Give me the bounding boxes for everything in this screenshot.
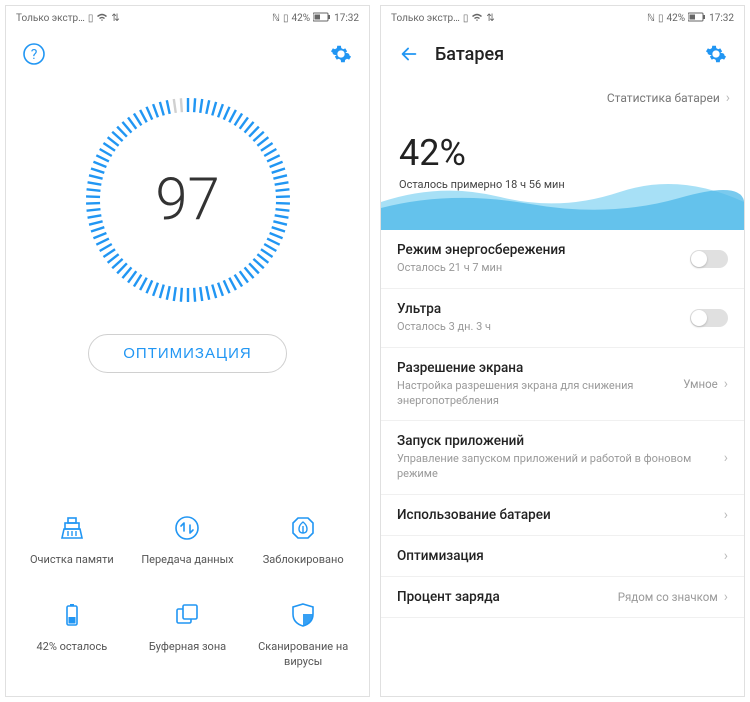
cell-blocked[interactable]: Заблокировано	[245, 497, 361, 584]
action-grid: Очистка памяти Передача данных Заблокиро…	[6, 487, 369, 696]
row-subtitle: Настройка разрешения экрана для снижения…	[397, 379, 673, 409]
row-title: Процент заряда	[397, 589, 608, 605]
cell-virus-scan[interactable]: Сканирование на вирусы	[245, 584, 361, 686]
row-title: Режим энергосбережения	[397, 242, 680, 258]
chevron-right-icon: ›	[726, 90, 730, 106]
wifi-icon	[471, 12, 483, 25]
cell-label: Очистка памяти	[30, 553, 114, 568]
chevron-right-icon: ›	[724, 450, 728, 466]
gauge-ticks	[78, 90, 298, 310]
back-button[interactable]	[395, 40, 423, 68]
score-gauge[interactable]: 97	[78, 90, 298, 310]
cell-label: Сканирование на вирусы	[249, 640, 357, 670]
help-button[interactable]: ?	[20, 40, 48, 68]
cell-label: Заблокировано	[263, 553, 344, 568]
row-title: Разрешение экрана	[397, 360, 673, 376]
blocked-icon	[288, 513, 318, 543]
row-value: Умное	[683, 377, 717, 391]
battery-remaining: Осталось примерно 18 ч 56 мин	[399, 178, 726, 191]
chevron-right-icon: ›	[724, 507, 728, 523]
cell-data-transfer[interactable]: Передача данных	[130, 497, 246, 584]
battery-pct-label: 42%	[292, 13, 311, 24]
chevron-right-icon: ›	[724, 548, 728, 564]
row-title: Оптимизация	[397, 548, 708, 564]
row-optimize[interactable]: Оптимизация ›	[381, 536, 744, 577]
row-value: Рядом со значком	[618, 590, 718, 604]
row-resolution[interactable]: Разрешение экрана Настройка разрешения э…	[381, 348, 744, 422]
svg-text:?: ?	[31, 47, 38, 63]
carrier-label: Только экстр…	[16, 13, 85, 24]
stats-label: Статистика батареи	[607, 91, 720, 105]
settings-button[interactable]	[702, 40, 730, 68]
row-subtitle: Управление запуском приложений и работой…	[397, 452, 708, 482]
battery-stats-link[interactable]: Статистика батареи ›	[381, 78, 744, 118]
battery-settings-screen: Только экстр… ▯ ⇅ ℕ ▯ 42% 17:32 Батарея	[380, 5, 745, 697]
row-launch[interactable]: Запуск приложений Управление запуском пр…	[381, 421, 744, 495]
row-subtitle: Осталось 3 дн. 3 ч	[397, 320, 680, 335]
cell-dropzone[interactable]: Буферная зона	[130, 584, 246, 686]
battery-percentage: 42%	[399, 132, 726, 174]
carrier-label: Только экстр…	[391, 13, 460, 24]
shield-icon	[288, 600, 318, 630]
sim-icon: ▯	[463, 13, 469, 24]
time-label: 17:32	[334, 13, 359, 24]
cell-label: 42% осталось	[36, 640, 107, 655]
row-ultra[interactable]: Ультра Осталось 3 дн. 3 ч	[381, 289, 744, 348]
row-title: Использование батареи	[397, 507, 708, 523]
wifi-icon	[96, 12, 108, 25]
battery-panel[interactable]: 42% Осталось примерно 18 ч 56 мин	[381, 118, 744, 230]
gauge-area: 97 ОПТИМИЗАЦИЯ	[6, 78, 369, 391]
row-usage[interactable]: Использование батареи ›	[381, 495, 744, 536]
row-title: Ультра	[397, 301, 680, 317]
cell-label: Передача данных	[141, 553, 233, 568]
dropzone-icon	[172, 600, 202, 630]
battery-pct-label: 42%	[667, 13, 686, 24]
vibrate-icon: ▯	[658, 13, 664, 24]
row-title: Запуск приложений	[397, 433, 708, 449]
battery-icon	[688, 12, 706, 25]
status-bar: Только экстр… ▯ ⇅ ℕ ▯ 42% 17:32	[6, 6, 369, 30]
row-subtitle: Осталось 21 ч 7 мин	[397, 261, 680, 276]
nfc-icon: ℕ	[272, 13, 280, 24]
row-power-save[interactable]: Режим энергосбережения Осталось 21 ч 7 м…	[381, 230, 744, 289]
optimize-button[interactable]: ОПТИМИЗАЦИЯ	[88, 334, 286, 373]
time-label: 17:32	[709, 13, 734, 24]
page-title: Батарея	[435, 44, 504, 65]
row-percent[interactable]: Процент заряда Рядом со значком ›	[381, 577, 744, 618]
cell-battery[interactable]: 42% осталось	[14, 584, 130, 686]
data-icon: ⇅	[111, 13, 119, 24]
toggle-power-save[interactable]	[690, 250, 728, 268]
settings-button[interactable]	[327, 40, 355, 68]
battery-icon	[57, 600, 87, 630]
vibrate-icon: ▯	[283, 13, 289, 24]
broom-icon	[57, 513, 87, 543]
chevron-right-icon: ›	[724, 589, 728, 605]
data-transfer-icon	[172, 513, 202, 543]
chevron-right-icon: ›	[724, 376, 728, 392]
settings-list: Режим энергосбережения Осталось 21 ч 7 м…	[381, 230, 744, 696]
battery-icon	[313, 12, 331, 25]
data-icon: ⇅	[486, 13, 494, 24]
sim-icon: ▯	[88, 13, 94, 24]
status-bar: Только экстр… ▯ ⇅ ℕ ▯ 42% 17:32	[381, 6, 744, 30]
cell-cleanup[interactable]: Очистка памяти	[14, 497, 130, 584]
phone-manager-screen: Только экстр… ▯ ⇅ ℕ ▯ 42% 17:32 ?	[5, 5, 370, 697]
toggle-ultra[interactable]	[690, 309, 728, 327]
cell-label: Буферная зона	[149, 640, 226, 655]
header: Батарея	[381, 30, 744, 78]
nfc-icon: ℕ	[647, 13, 655, 24]
header: ?	[6, 30, 369, 78]
